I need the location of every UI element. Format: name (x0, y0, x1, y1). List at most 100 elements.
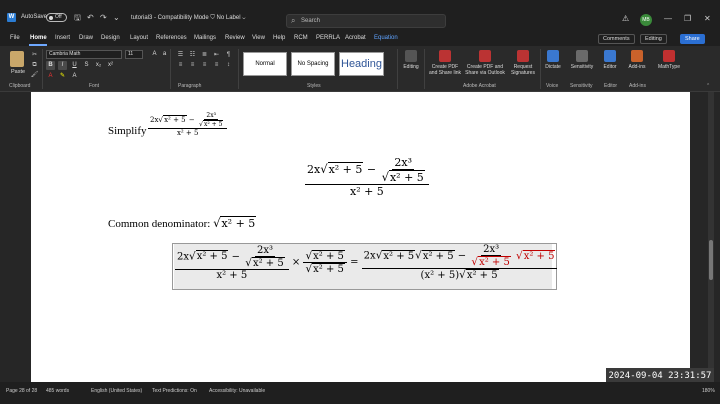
group-label-adobe-acrobat: Adobe Acrobat (463, 83, 496, 89)
bold-button[interactable]: B (46, 61, 55, 70)
font-name-select[interactable]: Cambria Math (46, 50, 122, 59)
avatar[interactable]: MB (640, 14, 652, 26)
display-expression[interactable]: 2x√x² + 5 − 2x³ √x² + 5 x² + 5 (305, 156, 429, 198)
paste-icon[interactable] (10, 51, 24, 67)
share-button[interactable]: Share (680, 34, 705, 44)
grow-font-icon[interactable]: A (150, 50, 159, 59)
word-count[interactable]: 485 words (46, 388, 69, 394)
autosave-toggle[interactable]: Off (46, 13, 67, 22)
show-marks-icon[interactable]: ¶ (224, 51, 233, 59)
font-size-select[interactable]: 11 (125, 50, 143, 59)
comments-button[interactable]: Comments (598, 34, 635, 44)
radicand: x² + 5 (202, 120, 224, 128)
tab-draw[interactable]: Draw (79, 35, 93, 41)
customize-toolbar-icon[interactable]: ⌄ (113, 13, 120, 22)
save-icon[interactable]: 🖫 (74, 13, 81, 22)
justify-icon[interactable]: ≡ (212, 61, 221, 69)
sensitivity-icon (576, 50, 588, 62)
tab-insert[interactable]: Insert (55, 35, 70, 41)
align-left-icon[interactable]: ≡ (176, 61, 185, 69)
tab-perrla[interactable]: PERRLA (316, 35, 340, 41)
minimize-icon[interactable]: — (664, 14, 672, 23)
tab-acrobat[interactable]: Acrobat (345, 35, 366, 41)
create-pdf-outlook-button[interactable]: Create PDF and Share via Outlook (463, 50, 507, 76)
toggle-knob (49, 16, 53, 20)
align-right-icon[interactable]: ≡ (200, 61, 209, 69)
add-ins-label: Add-ins (628, 64, 646, 70)
tab-help[interactable]: Help (273, 35, 285, 41)
style-normal[interactable]: Normal (243, 52, 287, 76)
group-label-voice: Voice (546, 83, 559, 89)
document-title[interactable]: tutorial3 - Compatibility Mode ⛉ No Labe… (131, 15, 246, 22)
language-status[interactable]: English (United States) (91, 388, 142, 394)
decrease-indent-icon[interactable]: ⇤ (212, 51, 221, 59)
create-pdf-share-link-button[interactable]: Create PDF and Share link (427, 50, 463, 76)
editor-button[interactable]: Editor (600, 50, 620, 70)
group-label-sensitivity: Sensitivity (570, 83, 593, 89)
divider (424, 49, 425, 89)
tab-equation[interactable]: Equation (374, 35, 398, 41)
align-center-icon[interactable]: ≡ (188, 61, 197, 69)
underline-button[interactable]: U (70, 61, 79, 70)
alert-icon[interactable]: ⚠ (622, 14, 629, 23)
subscript-icon[interactable]: x₂ (94, 61, 103, 70)
line-spacing-icon[interactable]: ↕ (224, 61, 233, 69)
text-effects-icon[interactable]: A (70, 72, 79, 81)
numbering-icon[interactable]: ☷ (188, 51, 197, 59)
tab-references[interactable]: References (156, 35, 187, 41)
text-predictions-status[interactable]: Text Predictions: On (152, 388, 197, 394)
accessibility-status[interactable]: Accessibility: Unavailable (209, 388, 265, 394)
tab-design[interactable]: Design (101, 35, 120, 41)
tab-rcm[interactable]: RCM (294, 35, 308, 41)
mathtype-label: MathType (658, 64, 680, 70)
italic-button[interactable]: I (58, 61, 67, 70)
search-box[interactable]: ⌕ Search (286, 14, 446, 28)
multilevel-list-icon[interactable]: ≣ (200, 51, 209, 59)
tab-review[interactable]: Review (225, 35, 245, 41)
maximize-icon[interactable]: ❐ (684, 14, 691, 23)
zoom-level[interactable]: 180% (702, 388, 715, 394)
paste-button[interactable]: Paste (11, 69, 25, 75)
group-label-clipboard: Clipboard (9, 83, 31, 89)
mathtype-button[interactable]: MathType (654, 50, 684, 70)
simplify-inline-expression[interactable]: 2x√x² + 5 − 2x³ √x² + 5 x² + 5 (148, 112, 228, 137)
strikethrough-icon[interactable]: S (82, 61, 91, 70)
format-painter-icon[interactable]: 🖌 (30, 71, 39, 79)
style-no-spacing[interactable]: No Spacing (291, 52, 335, 76)
sensitivity-button[interactable]: Sensitivity (568, 50, 596, 70)
search-placeholder: Search (301, 18, 321, 24)
superscript-icon[interactable]: x² (106, 61, 115, 70)
equals-sign: = (350, 257, 359, 268)
tab-view[interactable]: View (252, 35, 265, 41)
group-label-add-ins: Add-ins (629, 83, 646, 89)
undo-icon[interactable]: ↶ (87, 13, 94, 22)
page-count[interactable]: Page 28 of 28 (6, 388, 37, 394)
editing-button[interactable]: Editing (400, 50, 422, 70)
editing-label: Editing (403, 64, 419, 70)
title-bar: W AutoSave Off 🖫 ↶ ↷ ⌄ tutorial3 - Compa… (0, 0, 720, 32)
bullets-icon[interactable]: ☰ (176, 51, 185, 59)
style-heading[interactable]: Heading (339, 52, 384, 76)
create-pdf-link-label: Create PDF and Share link (429, 64, 461, 76)
collapse-ribbon-icon[interactable]: ⌃ (706, 83, 710, 89)
tab-layout[interactable]: Layout (130, 35, 148, 41)
shrink-font-icon[interactable]: a (160, 50, 169, 59)
font-color-icon[interactable]: A (46, 72, 55, 81)
scrollbar-thumb[interactable] (709, 240, 713, 280)
tab-file[interactable]: File (10, 35, 20, 41)
tab-mailings[interactable]: Mailings (194, 35, 216, 41)
editing-mode-button[interactable]: Editing (640, 34, 667, 44)
inner-numerator: 2x³ (481, 244, 502, 256)
request-signatures-button[interactable]: Request Signatures (508, 50, 538, 76)
dictate-button[interactable]: Dictate (542, 50, 564, 70)
expanded-equation[interactable]: 2x√x² + 5 − 2x³ √x² + 5 x² + 5 × √x² + 5… (175, 244, 558, 281)
close-icon[interactable]: ✕ (704, 14, 711, 23)
copy-icon[interactable]: ⧉ (30, 61, 39, 69)
tab-home[interactable]: Home (30, 35, 47, 41)
redo-icon[interactable]: ↷ (100, 13, 107, 22)
vertical-scrollbar[interactable] (708, 92, 714, 382)
add-ins-button[interactable]: Add-ins (626, 50, 648, 70)
highlight-icon[interactable]: ✎ (58, 72, 67, 81)
cut-icon[interactable]: ✂ (30, 51, 39, 59)
radical-sign: √ (305, 250, 313, 262)
